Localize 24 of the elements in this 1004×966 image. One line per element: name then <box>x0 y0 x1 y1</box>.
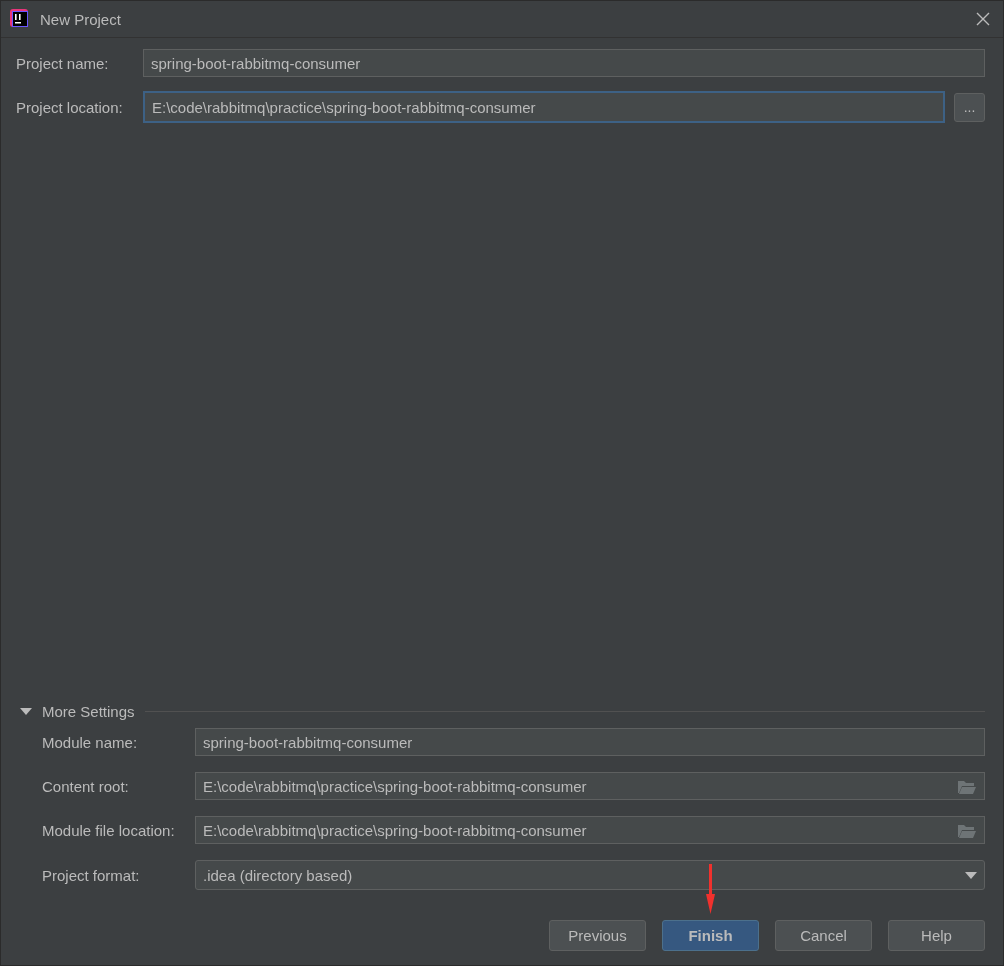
field-label: Project format: <box>42 866 141 884</box>
dropdown[interactable]: .idea (directory based) <box>195 860 985 890</box>
annotation-arrow <box>706 864 715 914</box>
dialog-button[interactable]: Cancel <box>775 920 872 951</box>
close-icon <box>976 12 990 26</box>
text-field[interactable]: E:\code\rabbitmq\practice\spring-boot-rabbitmq-consumer <box>143 91 945 123</box>
primary-button[interactable]: Finish <box>662 920 759 951</box>
dialog-button[interactable]: Previous <box>549 920 646 951</box>
window-title: New Project <box>40 10 121 28</box>
app-logo-icon <box>10 9 30 29</box>
text-field[interactable]: spring-boot-rabbitmq-consumer <box>143 49 985 77</box>
field-label: Project location: <box>16 98 124 116</box>
text-field[interactable]: E:\code\rabbitmq\practice\spring-boot-rabbitmq-consumer <box>195 816 985 844</box>
text-field[interactable]: E:\code\rabbitmq\practice\spring-boot-rabbitmq-consumer <box>195 772 985 800</box>
browse-button[interactable]: ... <box>954 92 985 122</box>
dialog-button[interactable]: Help <box>888 920 985 951</box>
field-label: Module name: <box>42 733 139 751</box>
text-field[interactable]: spring-boot-rabbitmq-consumer <box>195 728 985 756</box>
field-label: Project name: <box>16 54 110 72</box>
field-label: Content root: <box>42 777 130 795</box>
section-toggle[interactable]: More Settings <box>42 703 135 720</box>
field-label: Module file location: <box>42 821 176 839</box>
dropdown-arrow-icon <box>965 871 977 879</box>
close-button[interactable] <box>975 11 991 27</box>
